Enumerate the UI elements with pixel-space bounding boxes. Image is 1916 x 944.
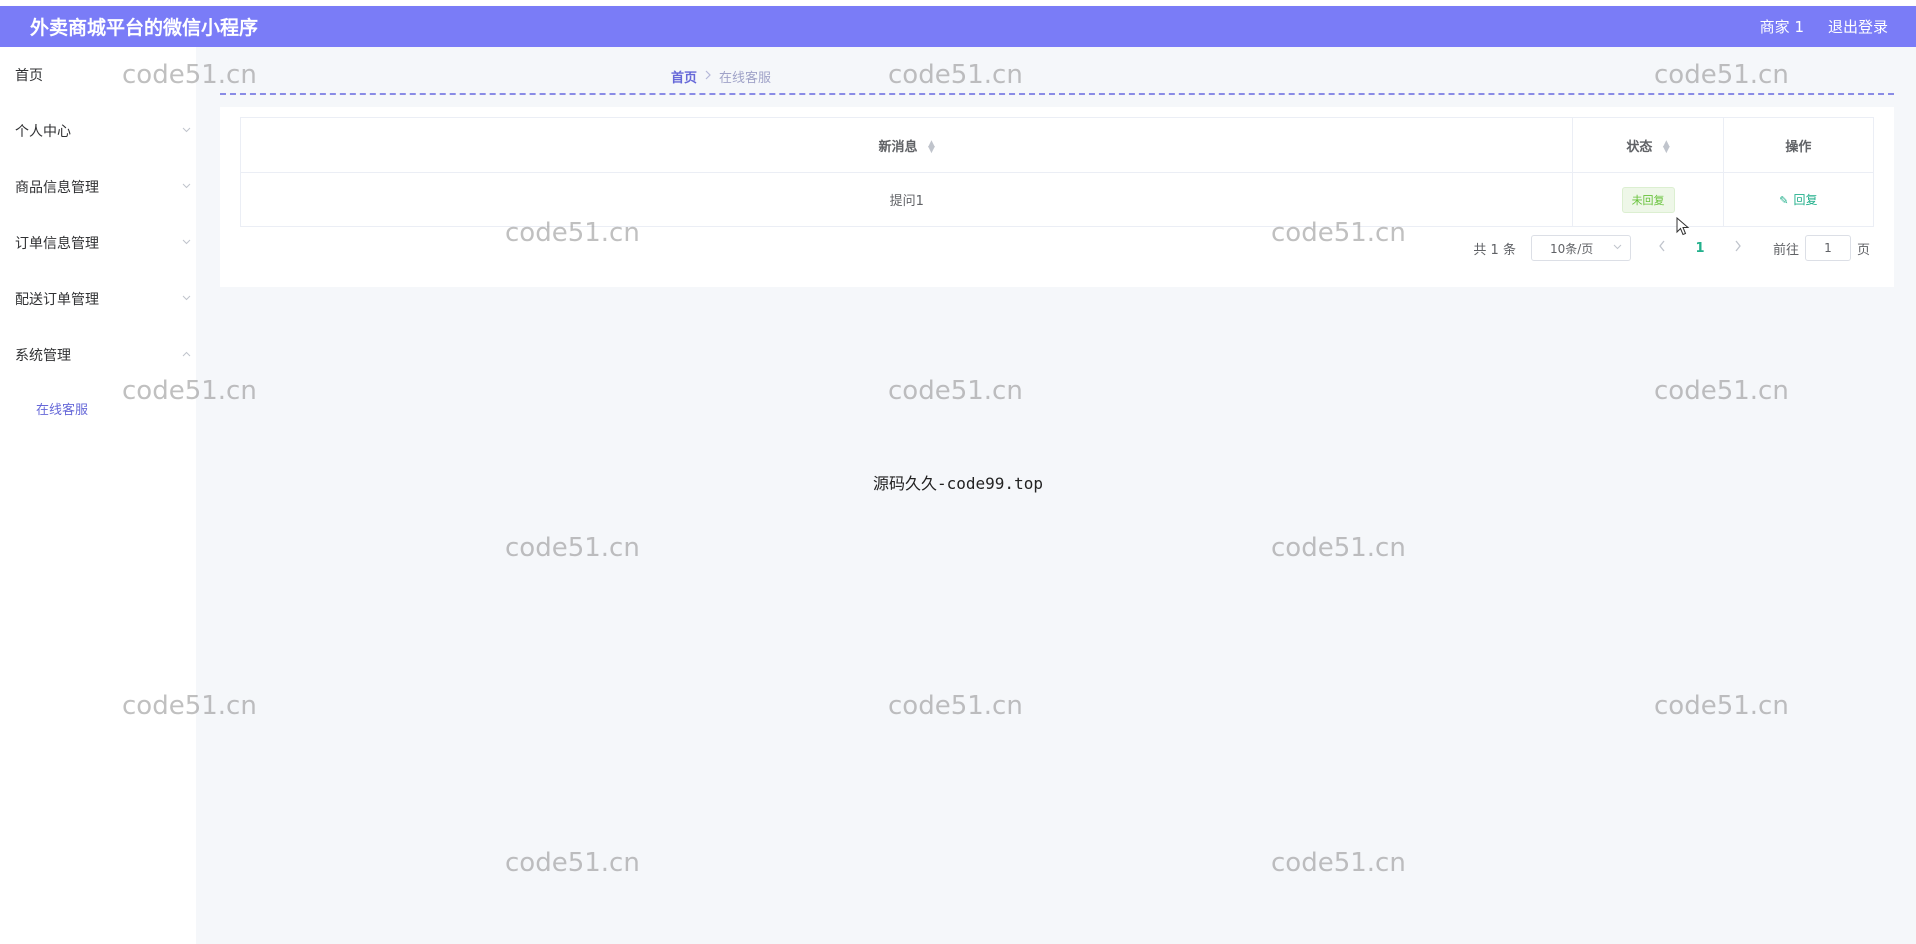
sidebar: 首页 个人中心 商品信息管理 订单信息管理 配送订单管理 系统管理 在线客服 (0, 47, 196, 944)
sidebar-item-delivery-management[interactable]: 配送订单管理 (0, 271, 196, 327)
sort-icon[interactable]: ▲ ▼ (928, 140, 935, 155)
status-badge: 未回复 (1621, 186, 1675, 213)
main-content: 首页 在线客服 新消息 ▲ ▼ 状态 ▲ ▼ 操作 提问1 未回复 ✎ 回复 共… (196, 47, 1916, 944)
goto-page-input[interactable] (1804, 235, 1851, 261)
center-watermark-text: 源码久久-code99.top (873, 474, 1043, 493)
breadcrumb-home[interactable]: 首页 (671, 67, 697, 86)
page-size-select[interactable]: 10条/页 (1530, 235, 1631, 261)
edit-icon: ✎ (1779, 194, 1789, 207)
pagination-total: 共 1 条 (1473, 242, 1516, 258)
table-header-row: 新消息 ▲ ▼ 状态 ▲ ▼ 操作 (239, 117, 1875, 173)
column-header-label: 状态 (1626, 139, 1653, 155)
chevron-down-icon (1613, 243, 1622, 253)
header-user-area: 商家 1 退出登录 (1760, 16, 1888, 37)
cell-status: 未回复 (1572, 172, 1724, 227)
sidebar-item-label: 个人中心 (15, 124, 71, 140)
sidebar-subitem-online-service[interactable]: 在线客服 (0, 383, 196, 433)
sidebar-item-label: 系统管理 (15, 348, 71, 364)
sidebar-item-order-management[interactable]: 订单信息管理 (0, 215, 196, 271)
breadcrumb-divider (220, 93, 1894, 95)
user-name: 商家 1 (1759, 18, 1804, 36)
goto-label: 前往 (1772, 242, 1799, 258)
chevron-down-icon (182, 127, 191, 135)
logout-link[interactable]: 退出登录 (1828, 16, 1888, 37)
sidebar-item-label: 商品信息管理 (15, 180, 99, 196)
cell-message: 提问1 (239, 172, 1574, 227)
breadcrumb-current: 在线客服 (719, 71, 772, 86)
next-page-button[interactable] (1723, 240, 1753, 256)
sidebar-item-label: 配送订单管理 (15, 292, 99, 308)
mouse-pointer-icon (1676, 216, 1690, 237)
sidebar-item-home[interactable]: 首页 (0, 47, 196, 103)
sidebar-item-label: 订单信息管理 (15, 236, 99, 252)
sidebar-item-label: 首页 (15, 68, 43, 84)
column-header-message[interactable]: 新消息 ▲ ▼ (239, 117, 1574, 173)
reply-button[interactable]: ✎ 回复 (1779, 193, 1817, 207)
chevron-down-icon (182, 183, 191, 191)
chevron-up-icon (182, 351, 191, 359)
top-header-bar: 外卖商城平台的微信小程序 商家 1 退出登录 (0, 6, 1916, 47)
prev-page-button[interactable] (1647, 240, 1677, 256)
goto-suffix: 页 (1856, 242, 1870, 258)
sidebar-item-product-management[interactable]: 商品信息管理 (0, 159, 196, 215)
column-header-status[interactable]: 状态 ▲ ▼ (1572, 117, 1724, 173)
column-header-action: 操作 (1722, 117, 1875, 173)
sidebar-item-system-management[interactable]: 系统管理 (0, 327, 196, 383)
page-number[interactable]: 1 (1677, 241, 1723, 256)
reply-label: 回复 (1793, 193, 1818, 207)
chevron-down-icon (182, 295, 191, 303)
sort-icon[interactable]: ▲ ▼ (1663, 140, 1670, 155)
sidebar-item-profile[interactable]: 个人中心 (0, 103, 196, 159)
cell-action: ✎ 回复 (1722, 172, 1875, 227)
messages-table: 新消息 ▲ ▼ 状态 ▲ ▼ 操作 提问1 未回复 ✎ 回复 (239, 117, 1875, 227)
sidebar-subitem-label: 在线客服 (36, 402, 89, 418)
breadcrumb-separator-icon (704, 70, 712, 83)
column-header-label: 新消息 (878, 139, 918, 155)
pagination: 共 1 条 10条/页 1 前往 页 (1473, 235, 1870, 261)
chevron-down-icon (182, 239, 191, 247)
app-title: 外卖商城平台的微信小程序 (30, 17, 259, 39)
page-size-value: 10条/页 (1549, 241, 1594, 256)
messages-card: 新消息 ▲ ▼ 状态 ▲ ▼ 操作 提问1 未回复 ✎ 回复 共 1 条 10条… (220, 107, 1894, 287)
breadcrumb: 首页 在线客服 (671, 67, 771, 86)
column-header-label: 操作 (1785, 139, 1812, 155)
table-row: 提问1 未回复 ✎ 回复 (239, 172, 1875, 227)
